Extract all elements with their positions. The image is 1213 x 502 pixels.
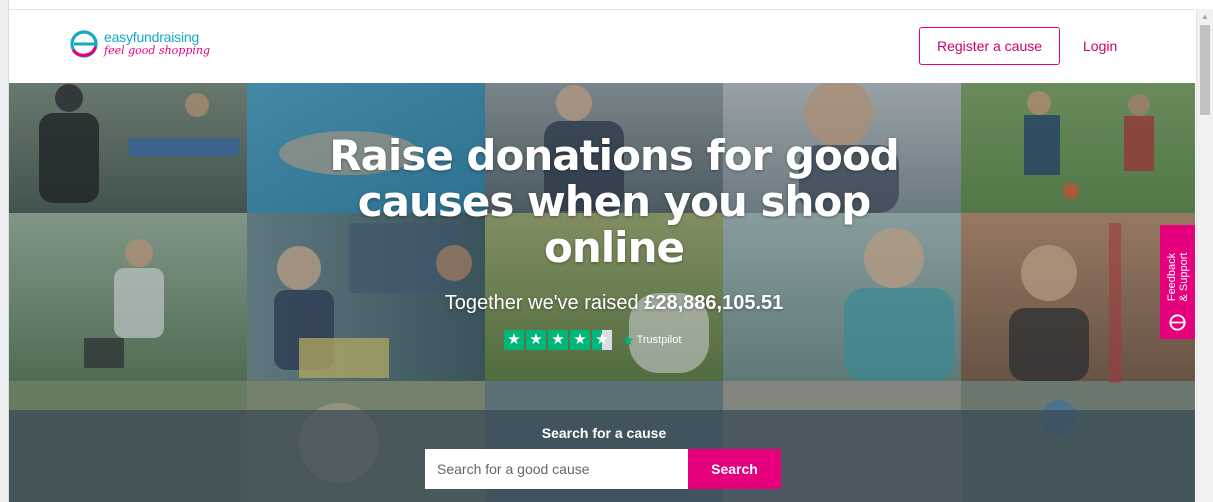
- scroll-up-arrow-icon[interactable]: ▲: [1197, 9, 1213, 25]
- feedback-label-line2: & Support: [1178, 252, 1190, 302]
- hero-headline: Raise donations for good causes when you…: [329, 131, 900, 272]
- feedback-support-label: Feedback & Support: [1166, 229, 1190, 325]
- page: easyfundraising feel good shopping Regis…: [0, 0, 1213, 502]
- cause-search-input[interactable]: [425, 449, 688, 489]
- star-icon: ★: [548, 330, 568, 350]
- register-cause-button[interactable]: Register a cause: [919, 27, 1060, 65]
- amount-raised-prefix: Together we've raised: [444, 292, 639, 314]
- search-heading: Search for a cause: [541, 425, 667, 441]
- login-link[interactable]: Login: [1083, 38, 1117, 54]
- star-icon: ★: [504, 330, 524, 350]
- logo-text: easyfundraising feel good shopping: [104, 29, 211, 57]
- site-logo[interactable]: easyfundraising feel good shopping: [68, 28, 210, 60]
- scrollbar-thumb[interactable]: [1200, 25, 1210, 115]
- feedback-label-line1: Feedback: [1166, 252, 1178, 302]
- easyfundraising-e-icon: [1169, 314, 1186, 331]
- vertical-scrollbar[interactable]: ▲: [1196, 9, 1213, 502]
- amount-raised: Together we've raised £28,886,105.51: [309, 292, 919, 315]
- star-icon: ★: [526, 330, 546, 350]
- hero-banner: Raise donations for good causes when you…: [9, 83, 1195, 502]
- search-button[interactable]: Search: [688, 449, 781, 489]
- trustpilot-logo: ★ Trustpilot: [622, 332, 681, 349]
- logo-tagline: feel good shopping: [104, 44, 211, 57]
- trustpilot-rating[interactable]: ★ ★ ★ ★ ★ ★ Trustpilot: [504, 330, 681, 350]
- trustpilot-star-icon: ★: [622, 331, 635, 348]
- trustpilot-stars: ★ ★ ★ ★ ★: [504, 330, 614, 350]
- window-left-edge: [0, 0, 9, 502]
- trustpilot-label: Trustpilot: [636, 334, 682, 346]
- easyfundraising-e-logo-icon: [70, 30, 98, 58]
- amount-raised-value: £28,886,105.51: [644, 292, 784, 314]
- star-icon: ★: [570, 330, 590, 350]
- site-header: easyfundraising feel good shopping Regis…: [9, 9, 1195, 84]
- feedback-support-tab[interactable]: Feedback & Support: [1160, 225, 1195, 339]
- half-star-icon: ★: [592, 330, 612, 350]
- logo-name: easyfundraising: [104, 29, 200, 45]
